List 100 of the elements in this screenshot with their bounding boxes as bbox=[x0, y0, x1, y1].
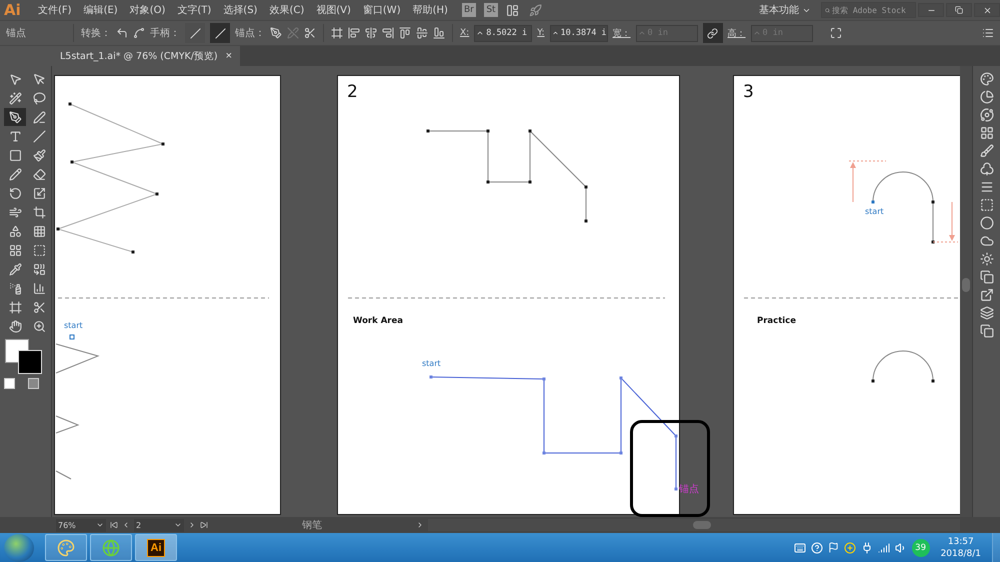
menu-item[interactable]: 选择(S) bbox=[217, 3, 264, 17]
menu-item[interactable]: 视图(V) bbox=[310, 3, 357, 17]
corner-point-button[interactable] bbox=[116, 27, 128, 39]
panel-button[interactable] bbox=[980, 324, 994, 338]
document-tab[interactable]: L5start_1.ai* @ 76% (CMYK/预览) × bbox=[52, 46, 240, 66]
scissors-icon bbox=[304, 27, 316, 39]
panel-button[interactable] bbox=[980, 90, 994, 104]
taskbar-button[interactable]: Ai bbox=[135, 534, 177, 561]
pen-button[interactable] bbox=[270, 27, 282, 39]
menu-item[interactable]: 效果(C) bbox=[263, 3, 310, 17]
status-menu-button[interactable] bbox=[416, 521, 424, 529]
lines-icon bbox=[980, 180, 994, 194]
close-button[interactable] bbox=[974, 3, 1000, 17]
palette-icon bbox=[980, 72, 994, 86]
menu-item[interactable]: 帮助(H) bbox=[406, 3, 454, 17]
prev-page-button[interactable] bbox=[122, 521, 130, 529]
panel-button[interactable] bbox=[980, 252, 994, 266]
align-button[interactable] bbox=[365, 27, 377, 39]
close-tab-button[interactable]: × bbox=[226, 50, 232, 62]
handle-button[interactable] bbox=[185, 23, 205, 43]
align-button[interactable] bbox=[348, 27, 360, 39]
caret-icon bbox=[96, 521, 104, 529]
next-page-button[interactable] bbox=[188, 521, 196, 529]
align-button[interactable] bbox=[399, 27, 411, 39]
pen-icon bbox=[270, 27, 282, 39]
zigzag-path bbox=[56, 344, 100, 374]
scroll-thumb[interactable] bbox=[693, 521, 711, 529]
panel-button[interactable] bbox=[980, 306, 994, 320]
bridge-button[interactable]: Br bbox=[462, 3, 476, 17]
smooth-point-button[interactable] bbox=[133, 27, 145, 39]
taskbar-button[interactable] bbox=[45, 534, 87, 561]
search-field[interactable]: 搜索 Adobe Stock bbox=[821, 2, 916, 18]
panel-button[interactable] bbox=[980, 180, 994, 194]
color-swatch[interactable] bbox=[4, 378, 15, 389]
rectangle-icon bbox=[8, 148, 22, 162]
start-button[interactable] bbox=[4, 534, 34, 562]
align-button[interactable] bbox=[433, 27, 445, 39]
first-page-button[interactable] bbox=[110, 521, 118, 529]
export-icon bbox=[980, 288, 994, 302]
panel-button[interactable] bbox=[980, 234, 994, 248]
prev-icon bbox=[122, 521, 130, 529]
pencil-icon bbox=[8, 168, 22, 180]
align-button[interactable] bbox=[416, 27, 428, 39]
panel-button[interactable] bbox=[980, 108, 994, 122]
menu-item[interactable]: 对象(O) bbox=[124, 3, 172, 17]
transform-button[interactable] bbox=[331, 27, 343, 39]
zoom-field[interactable]: 76% bbox=[56, 518, 106, 532]
type-icon bbox=[8, 130, 22, 142]
panel-button[interactable] bbox=[980, 198, 994, 212]
panel-button[interactable] bbox=[980, 126, 994, 140]
panel-button[interactable] bbox=[980, 72, 994, 86]
restore-icon bbox=[955, 6, 963, 14]
anchor-point-icon bbox=[70, 334, 74, 340]
x-field[interactable]: 8.5022 i bbox=[474, 24, 532, 42]
menu-item[interactable]: 文件(F) bbox=[32, 3, 78, 17]
panel-button[interactable] bbox=[980, 144, 994, 158]
copy-icon bbox=[980, 270, 994, 284]
layout-button[interactable] bbox=[506, 4, 519, 16]
first-icon bbox=[110, 521, 118, 529]
align-left-icon bbox=[348, 27, 360, 39]
next-icon bbox=[416, 521, 424, 529]
frame-icon bbox=[331, 27, 343, 39]
tool-button[interactable] bbox=[4, 108, 26, 126]
scissors-button[interactable] bbox=[304, 27, 316, 39]
scroll-thumb[interactable] bbox=[962, 278, 970, 292]
last-page-button[interactable] bbox=[200, 521, 208, 529]
handles-label: 手柄： bbox=[150, 26, 180, 40]
align-right-icon bbox=[382, 27, 394, 39]
arrow-icon bbox=[32, 72, 46, 86]
rotate-icon bbox=[8, 186, 22, 200]
menu-item[interactable]: 编辑(E) bbox=[78, 3, 124, 17]
page-field[interactable]: 2 bbox=[134, 518, 184, 532]
cloud-icon bbox=[980, 234, 994, 248]
hand-icon bbox=[8, 320, 22, 332]
flag-icon bbox=[828, 542, 839, 553]
panel-button[interactable] bbox=[980, 162, 994, 176]
handle-button[interactable] bbox=[210, 23, 230, 43]
page-value: 2 bbox=[136, 520, 142, 530]
arc-path bbox=[872, 350, 934, 382]
search-icon bbox=[825, 6, 830, 14]
panel-button[interactable] bbox=[980, 216, 994, 230]
zoom-icon bbox=[32, 320, 46, 332]
link-button[interactable] bbox=[702, 23, 723, 43]
stock-button[interactable]: St bbox=[484, 3, 498, 17]
start-label: start bbox=[422, 359, 441, 368]
isolate-button[interactable] bbox=[830, 27, 842, 39]
sync-button[interactable] bbox=[528, 4, 542, 16]
restore-button[interactable] bbox=[946, 3, 972, 17]
menu-item[interactable]: 窗口(W) bbox=[356, 3, 407, 17]
workspace-switcher[interactable]: 基本功能 bbox=[759, 3, 811, 17]
gradient-swatch[interactable] bbox=[28, 378, 39, 389]
mesh-icon bbox=[8, 244, 22, 256]
panel-button[interactable] bbox=[980, 270, 994, 284]
clock[interactable]: 13:57 2018/8/1 bbox=[940, 536, 981, 560]
y-field[interactable]: 10.3874 i bbox=[550, 24, 608, 42]
menu-item[interactable]: 文字(T) bbox=[171, 3, 218, 17]
panel-button[interactable] bbox=[980, 288, 994, 302]
sun-icon bbox=[980, 252, 994, 266]
align-button[interactable] bbox=[382, 27, 394, 39]
plus-icon bbox=[844, 542, 856, 554]
